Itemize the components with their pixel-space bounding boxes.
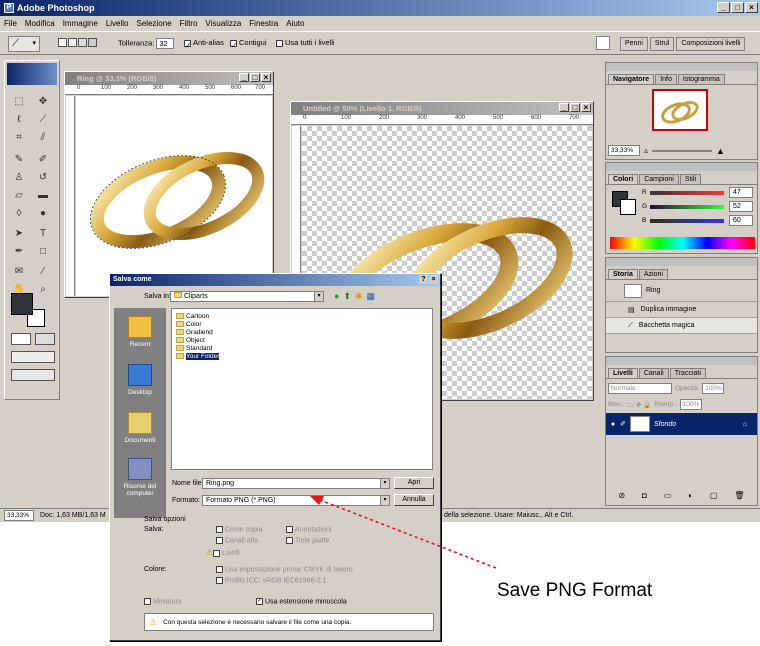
annotation-arrow-layer: [310, 496, 497, 569]
annotation-label: Save PNG Format: [497, 580, 653, 601]
annotation-arrow-line: [319, 499, 497, 569]
